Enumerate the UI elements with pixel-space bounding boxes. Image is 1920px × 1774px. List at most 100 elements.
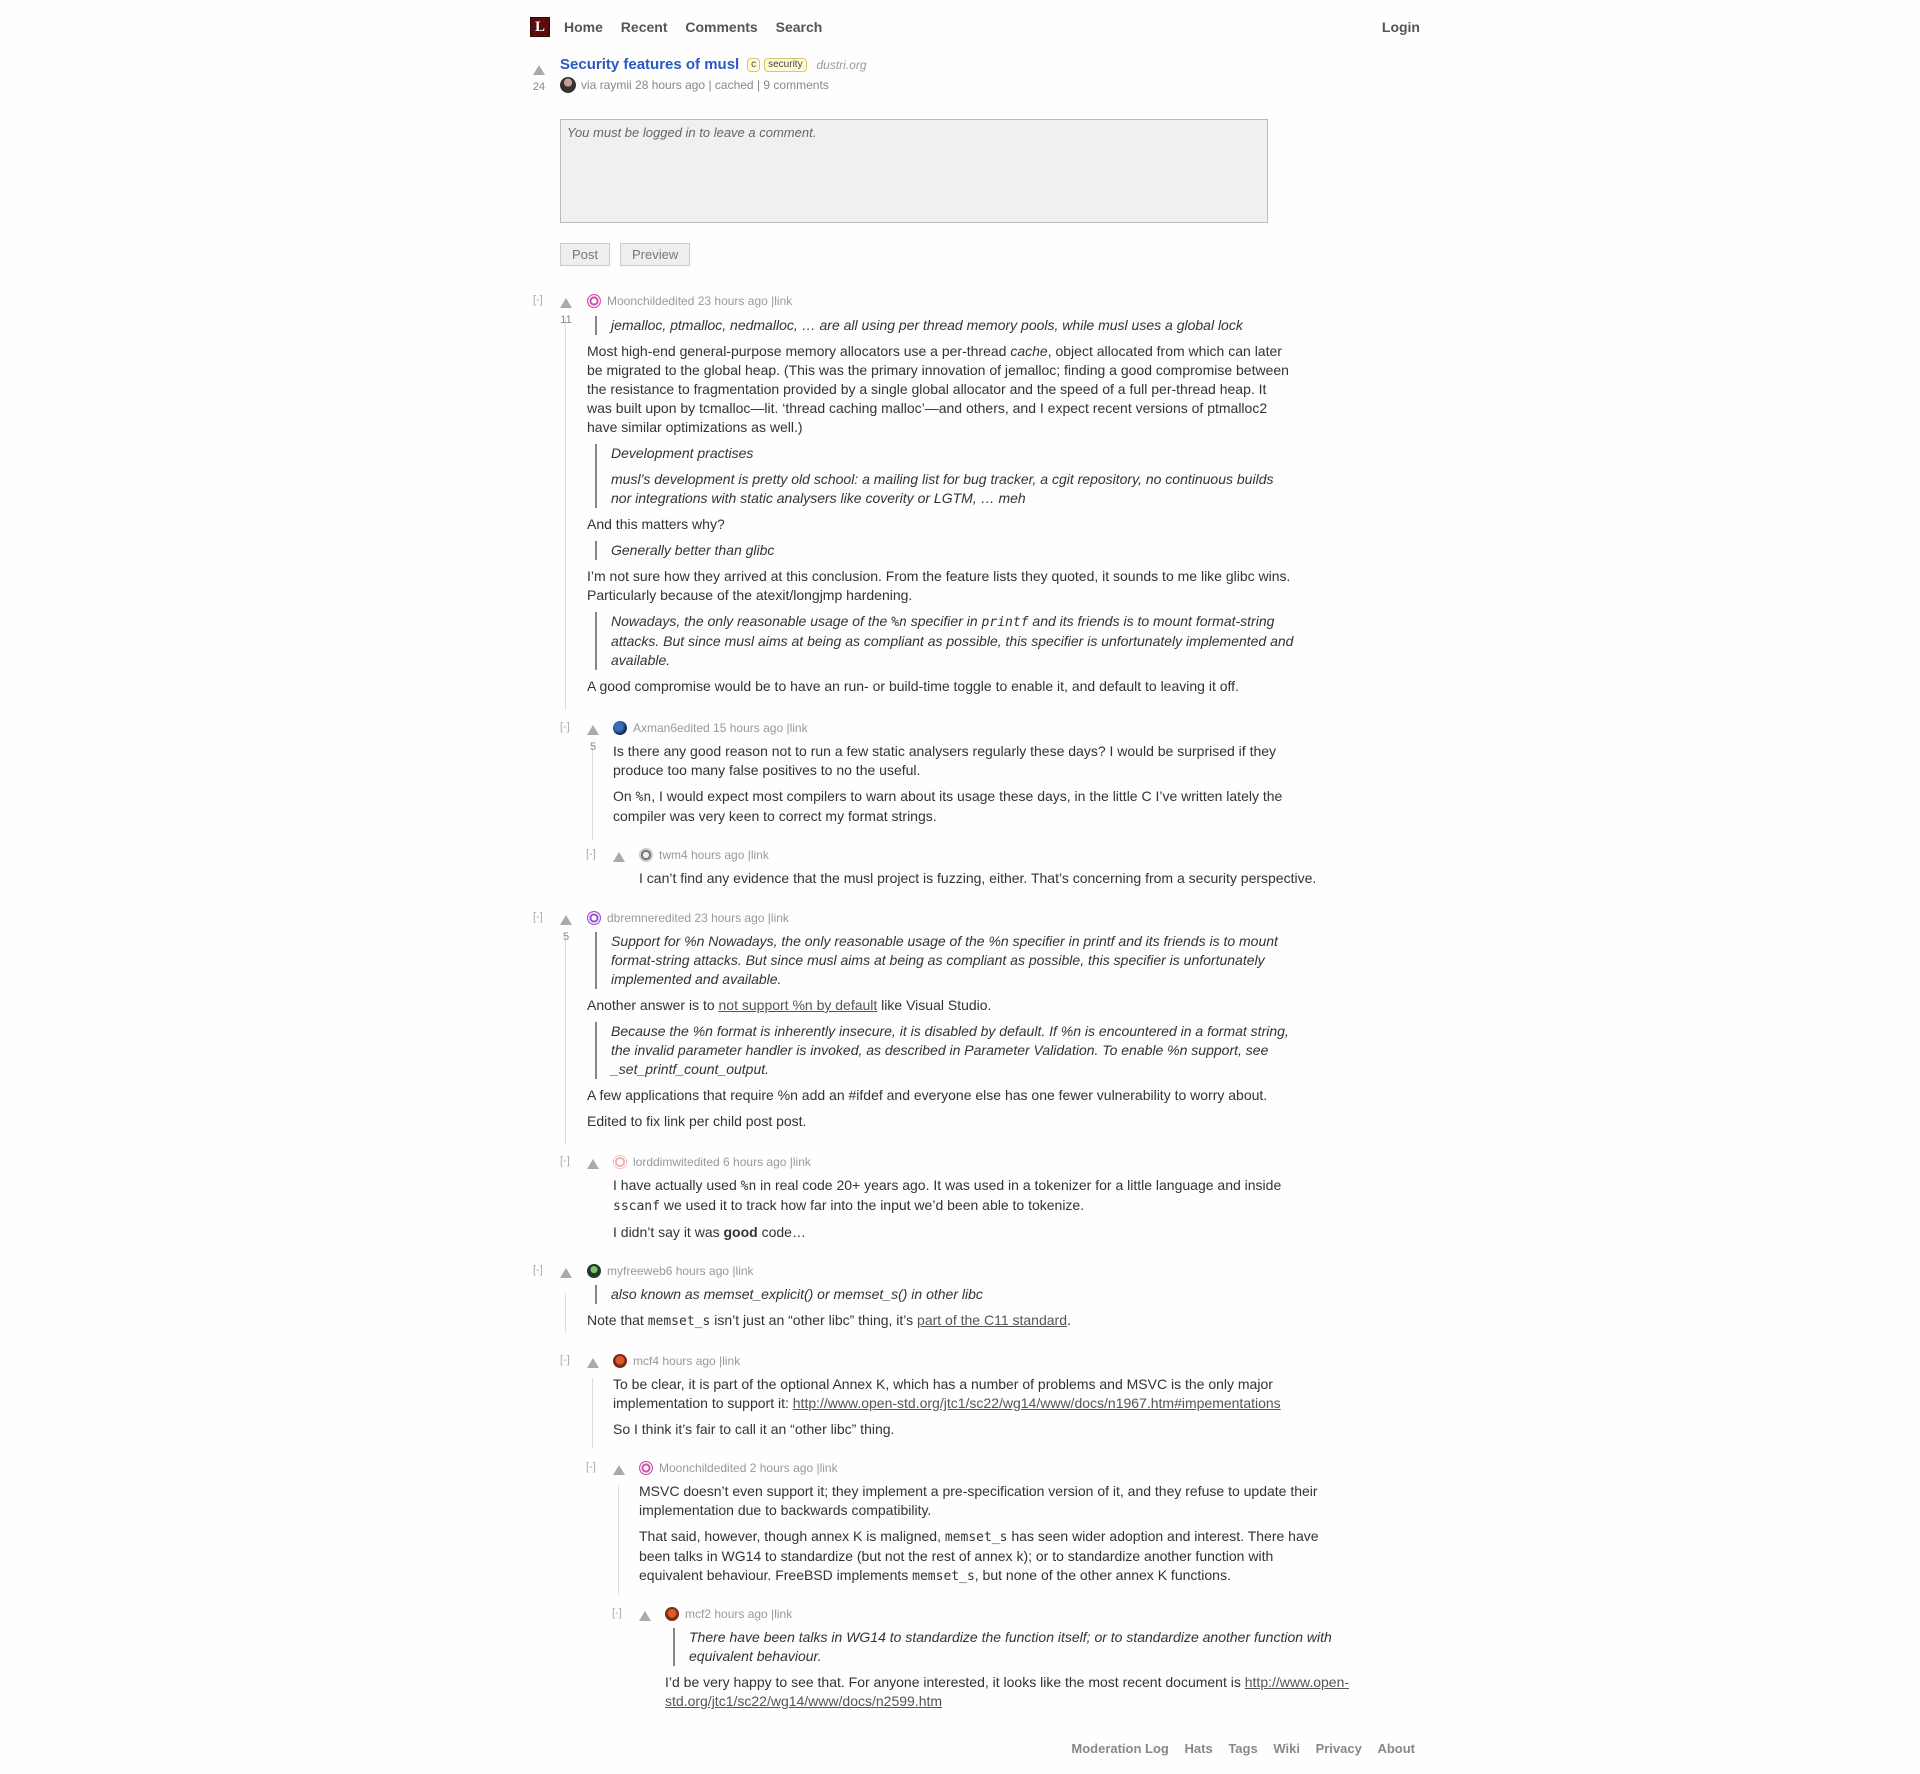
post-button[interactable]: Post xyxy=(560,243,611,266)
comment-time: 6 hours ago | xyxy=(665,1264,736,1278)
comment-body: also known as memset_explicit() or memse… xyxy=(587,1285,1295,1338)
collapse-toggle[interactable]: [-] xyxy=(586,848,596,860)
comment-user-link[interactable]: Axman6 xyxy=(633,721,677,735)
comment-user-link[interactable]: mcf xyxy=(633,1354,652,1368)
separator: | xyxy=(756,78,761,92)
comment-meta: Moonchild edited 23 hours ago | link xyxy=(587,294,792,308)
collapse-toggle[interactable]: [-] xyxy=(560,1155,570,1167)
comment-permalink[interactable]: link xyxy=(771,911,789,925)
tag-c[interactable]: c xyxy=(747,58,761,72)
collapse-toggle[interactable]: [-] xyxy=(586,1461,596,1473)
comment-body: jemalloc, ptmalloc, nedmalloc, … are all… xyxy=(587,316,1295,694)
footer-tags[interactable]: Tags xyxy=(1228,1741,1257,1756)
story-title-link[interactable]: Security features of musl xyxy=(560,56,739,73)
comment-body: MSVC doesn’t even support it; they imple… xyxy=(639,1483,1319,1584)
cached-link[interactable]: cached xyxy=(715,78,754,92)
nav-home[interactable]: Home xyxy=(564,19,603,35)
user-avatar[interactable] xyxy=(639,1461,653,1475)
comment-user-link[interactable]: Moonchild xyxy=(659,1461,714,1475)
nav-recent[interactable]: Recent xyxy=(621,19,668,35)
upvote-icon[interactable] xyxy=(639,1611,651,1621)
comment-user-link[interactable]: myfreeweb xyxy=(607,1264,666,1278)
thread-line xyxy=(565,935,566,1145)
comment-meta: dbremner edited 23 hours ago | link xyxy=(587,911,789,925)
separator: | xyxy=(708,78,712,92)
comment-user-link[interactable]: lorddimwit xyxy=(633,1155,687,1169)
upvote-icon[interactable] xyxy=(587,1358,599,1368)
footer-moderation-log[interactable]: Moderation Log xyxy=(1071,1741,1169,1756)
collapse-toggle[interactable]: [-] xyxy=(533,294,543,306)
comment-meta: Moonchild edited 2 hours ago | link xyxy=(639,1461,838,1475)
user-avatar[interactable] xyxy=(587,1264,601,1278)
footer-privacy[interactable]: Privacy xyxy=(1316,1741,1362,1756)
footer-about[interactable]: About xyxy=(1377,1741,1415,1756)
user-avatar[interactable] xyxy=(613,1155,627,1169)
nav-comments[interactable]: Comments xyxy=(685,19,757,35)
story-score: 24 xyxy=(532,81,546,93)
upvote-icon[interactable] xyxy=(613,1465,625,1475)
nav-search[interactable]: Search xyxy=(776,19,823,35)
comment-textarea[interactable]: You must be logged in to leave a comment… xyxy=(560,119,1268,223)
story-user-link[interactable]: raymii xyxy=(600,78,632,92)
story-domain[interactable]: dustri.org xyxy=(816,58,866,72)
upvote-icon[interactable] xyxy=(587,725,599,735)
user-avatar[interactable] xyxy=(613,721,627,735)
comment-meta: myfreeweb 6 hours ago | link xyxy=(587,1264,754,1278)
upvote-icon[interactable] xyxy=(613,852,625,862)
comment-permalink[interactable]: link xyxy=(790,721,808,735)
footer-hats[interactable]: Hats xyxy=(1185,1741,1213,1756)
collapse-toggle[interactable]: [-] xyxy=(560,721,570,733)
quote: Development practises musl’s development … xyxy=(595,444,1295,508)
comment-user-link[interactable]: twm xyxy=(659,848,681,862)
story-upvote-icon[interactable] xyxy=(533,65,545,75)
story-voter: 24 xyxy=(532,62,546,93)
site-footer: Moderation Log Hats Tags Wiki Privacy Ab… xyxy=(1059,1741,1415,1756)
thread-line xyxy=(592,1378,593,1448)
comment-permalink[interactable]: link xyxy=(751,848,769,862)
comment-user-link[interactable]: Moonchild xyxy=(607,294,662,308)
comment-score: 11 xyxy=(560,314,572,326)
comment-body: I can’t find any evidence that the musl … xyxy=(639,870,1317,886)
login-link[interactable]: Login xyxy=(1382,19,1420,35)
comment-permalink[interactable]: link xyxy=(820,1461,838,1475)
collapse-toggle[interactable]: [-] xyxy=(533,911,543,923)
upvote-icon[interactable] xyxy=(560,915,572,925)
user-avatar[interactable] xyxy=(587,911,601,925)
comment-user-link[interactable]: mcf xyxy=(685,1607,704,1621)
comment-time: edited 23 hours ago | xyxy=(661,294,775,308)
site-logo[interactable]: L xyxy=(530,17,550,37)
preview-button[interactable]: Preview xyxy=(620,243,691,266)
comment-permalink[interactable]: link xyxy=(736,1264,754,1278)
footer-wiki[interactable]: Wiki xyxy=(1273,1741,1300,1756)
upvote-icon[interactable] xyxy=(560,1268,572,1278)
comment-user-link[interactable]: dbremner xyxy=(607,911,658,925)
quote: Support for %n Nowadays, the only reason… xyxy=(595,932,1295,989)
thread-line xyxy=(565,1293,566,1333)
upvote-icon[interactable] xyxy=(560,298,572,308)
user-avatar[interactable] xyxy=(560,77,576,93)
user-avatar[interactable] xyxy=(639,848,653,862)
comment-time: edited 6 hours ago | xyxy=(687,1155,793,1169)
comment-permalink[interactable]: link xyxy=(722,1354,740,1368)
collapse-toggle[interactable]: [-] xyxy=(533,1264,543,1276)
site-header: L Home Recent Comments Search Login xyxy=(530,14,1420,40)
comment-meta: mcf 4 hours ago | link xyxy=(613,1354,740,1368)
collapse-toggle[interactable]: [-] xyxy=(560,1354,570,1366)
user-avatar[interactable] xyxy=(613,1354,627,1368)
quote: Generally better than glibc xyxy=(595,541,1295,560)
comments-count-link[interactable]: 9 comments xyxy=(763,78,828,92)
user-avatar[interactable] xyxy=(587,294,601,308)
comment-time: edited 2 hours ago | xyxy=(713,1461,820,1475)
comment-permalink[interactable]: link xyxy=(774,294,792,308)
link-not-support-n[interactable]: not support %n by default xyxy=(719,997,878,1013)
comment-permalink[interactable]: link xyxy=(793,1155,811,1169)
upvote-icon[interactable] xyxy=(587,1159,599,1169)
user-avatar[interactable] xyxy=(665,1607,679,1621)
comment-permalink[interactable]: link xyxy=(774,1607,792,1621)
collapse-toggle[interactable]: [-] xyxy=(612,1607,622,1619)
tag-security[interactable]: security xyxy=(764,58,807,72)
quote: There have been talks in WG14 to standar… xyxy=(673,1628,1365,1666)
comment-time: 2 hours ago | xyxy=(704,1607,775,1621)
link-c11-standard[interactable]: part of the C11 standard xyxy=(917,1312,1067,1328)
link-n1967[interactable]: http://www.open-std.org/jtc1/sc22/wg14/w… xyxy=(793,1395,1281,1411)
